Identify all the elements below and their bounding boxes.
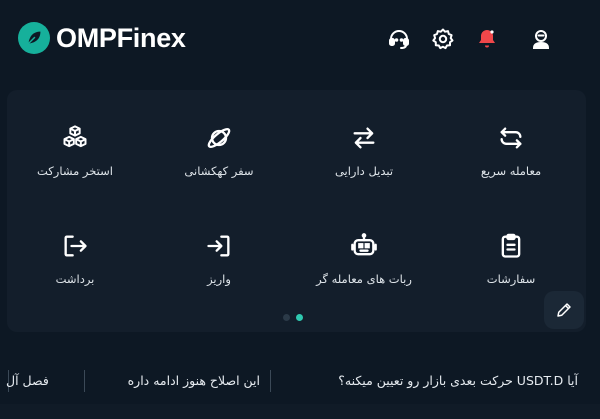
shortcut-label: تبدیل دارایی — [334, 164, 394, 178]
shortcut-label: ربات های معامله گر — [316, 272, 412, 286]
shortcut-panel: معامله سریع تبدیل دارایی سفر کهکشانی است… — [7, 90, 586, 332]
shortcut-label: معامله سریع — [480, 164, 542, 178]
shortcut-convert[interactable]: تبدیل دارایی — [294, 122, 434, 202]
footer-strip — [0, 404, 600, 419]
shortcut-label: سفر کهکشانی — [184, 164, 254, 178]
ticker-divider — [84, 370, 85, 392]
top-bar: OMPFinex — [0, 0, 600, 78]
pager-dot[interactable] — [283, 314, 290, 321]
shortcut-label: برداشت — [55, 272, 95, 286]
news-ticker: آیا USDT.D حرکت بعدی بازار رو تعیین میکن… — [0, 356, 600, 404]
shortcut-withdraw[interactable]: برداشت — [5, 230, 145, 310]
shortcut-galaxy-trip[interactable]: سفر کهکشانی — [149, 122, 289, 202]
shortcut-trading-bots[interactable]: ربات های معامله گر — [294, 230, 434, 310]
deposit-icon — [203, 230, 235, 262]
brand-logo[interactable]: OMPFinex — [18, 22, 186, 54]
pencil-icon — [557, 303, 571, 317]
withdraw-icon — [59, 230, 91, 262]
shortcut-label: سفارشات — [486, 272, 536, 286]
shortcut-label: واریز — [207, 272, 231, 286]
news-item[interactable]: فصل آل — [6, 356, 49, 404]
planet-icon — [203, 122, 235, 154]
settings-icon[interactable] — [430, 26, 456, 52]
news-text: آیا USDT.D حرکت بعدی بازار رو تعیین میکن… — [338, 372, 578, 388]
clipboard-icon — [495, 230, 527, 262]
ticker-divider — [270, 370, 271, 392]
edit-shortcuts-button[interactable] — [544, 291, 584, 329]
news-item[interactable]: این اصلاح هنوز ادامه داره — [128, 356, 260, 404]
brand-name: OMPFinex — [56, 22, 186, 53]
shortcut-deposit[interactable]: واریز — [149, 230, 289, 310]
profile-icon[interactable] — [528, 26, 554, 52]
news-text: این اصلاح هنوز ادامه داره — [127, 372, 260, 388]
pager-dot-active[interactable] — [296, 314, 303, 321]
shortcut-label: استخر مشارکت — [37, 164, 113, 178]
news-item[interactable]: آیا USDT.D حرکت بعدی بازار رو تعیین میکن… — [338, 356, 578, 404]
notification-icon[interactable] — [474, 26, 500, 52]
shortcut-pool[interactable]: استخر مشارکت — [5, 122, 145, 202]
cubes-icon — [59, 122, 91, 154]
logo-mark-icon — [18, 22, 50, 54]
news-text: فصل آل — [6, 372, 49, 388]
quick-trade-icon — [495, 122, 527, 154]
pager-dots — [283, 314, 303, 321]
shortcut-quick-trade[interactable]: معامله سریع — [441, 122, 581, 202]
robot-icon — [348, 230, 380, 262]
convert-icon — [348, 122, 380, 154]
support-icon[interactable] — [386, 26, 412, 52]
